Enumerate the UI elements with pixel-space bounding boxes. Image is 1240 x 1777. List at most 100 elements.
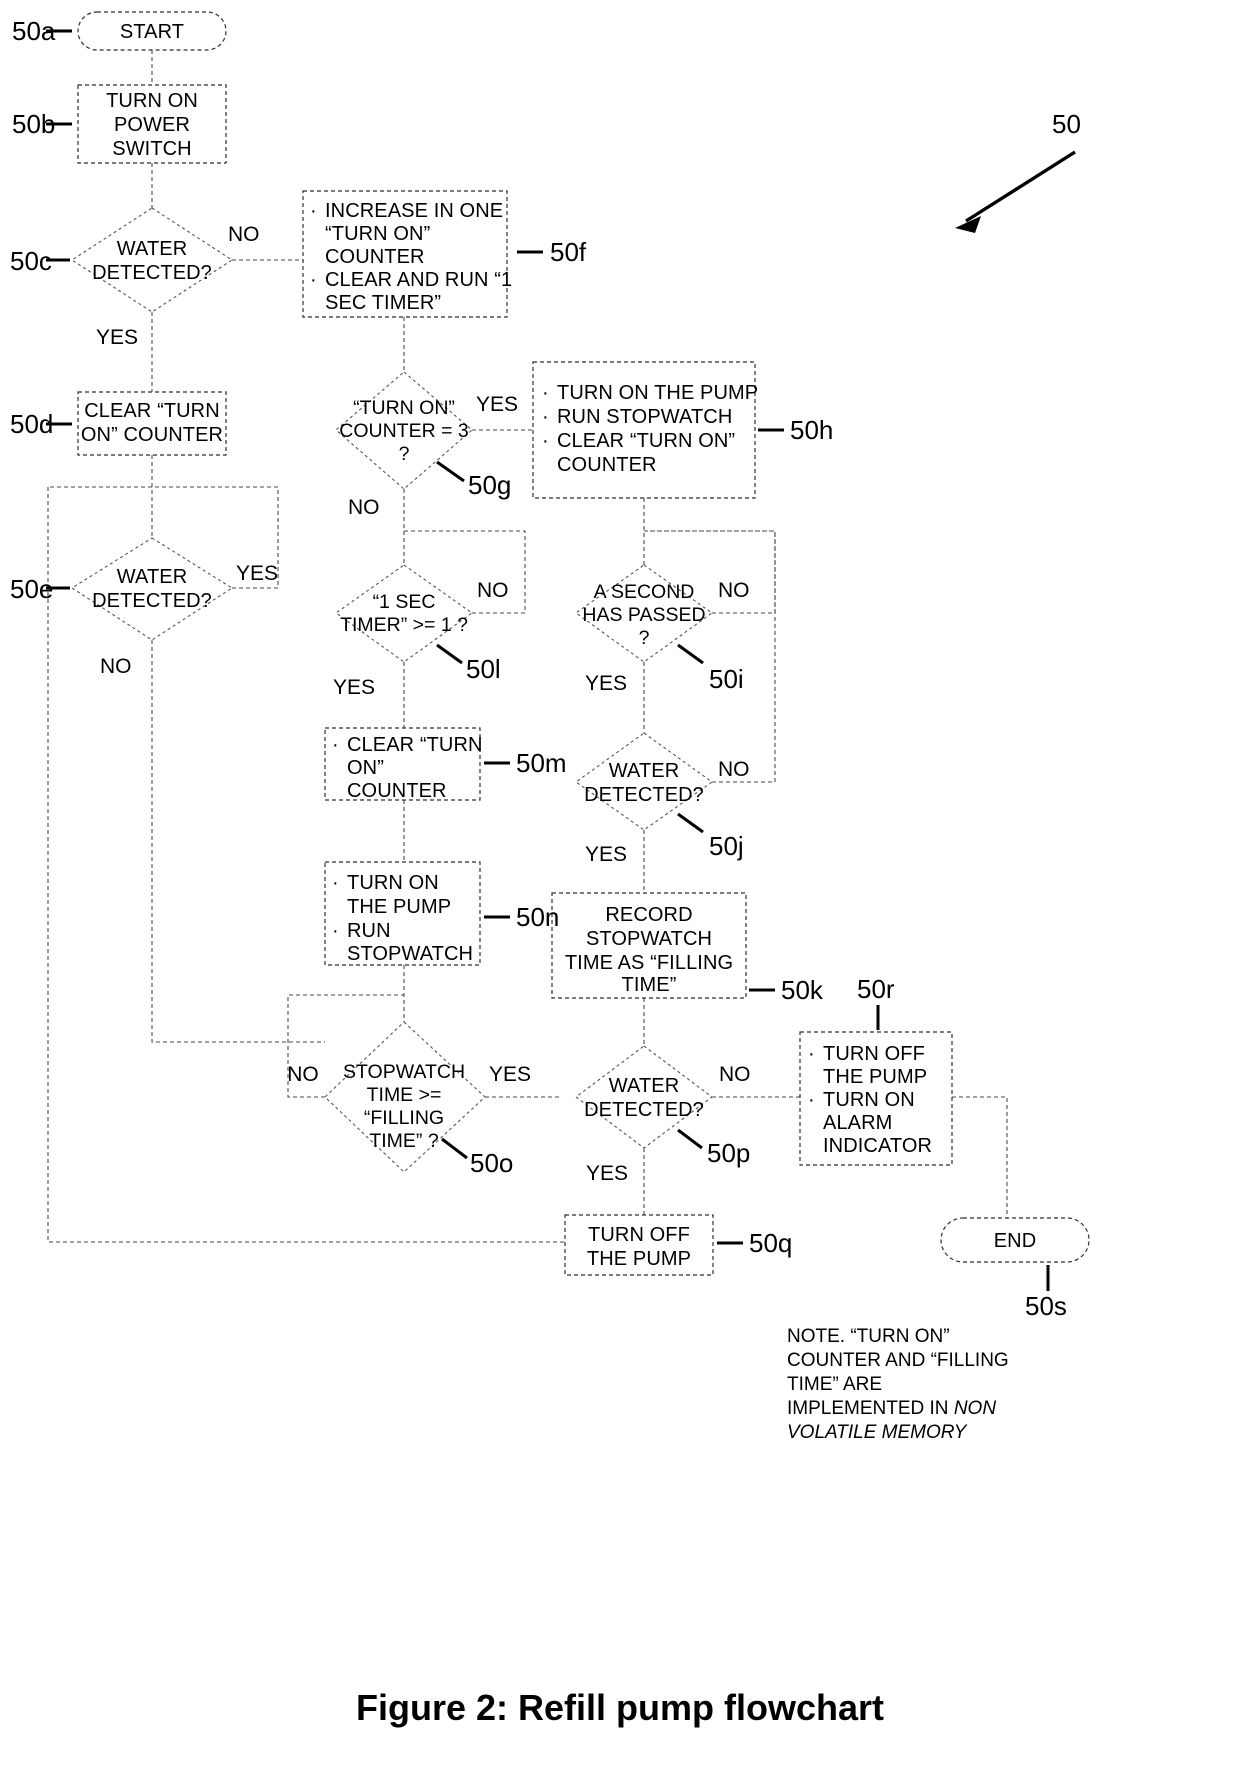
pump-on-2-b2-l1: RUN bbox=[347, 920, 391, 942]
stopwatch-compare-no-label: NO bbox=[287, 1063, 319, 1086]
stopwatch-compare-line-2: TIME >= bbox=[367, 1084, 442, 1106]
ref-50b-label: 50b bbox=[12, 109, 55, 139]
node-water-detected-2[interactable]: WATER DETECTED? YES NO bbox=[70, 537, 278, 678]
node-water-detected-1[interactable]: WATER DETECTED? NO YES bbox=[70, 207, 260, 349]
water-detected-1-line-1: WATER bbox=[117, 238, 188, 260]
second-passed-line-1: A SECOND bbox=[594, 581, 695, 603]
water-detected-2-no-label: NO bbox=[100, 655, 132, 678]
water-detected-2-line-2: DETECTED? bbox=[92, 590, 212, 612]
note-line-4-italic: NON bbox=[954, 1398, 997, 1419]
pump-on-2-bullet-2: · bbox=[332, 920, 339, 942]
water-detected-2-shape bbox=[70, 537, 234, 641]
water-detected-3-line-1: WATER bbox=[609, 760, 680, 782]
note-line-4-plain: IMPLEMENTED IN bbox=[787, 1398, 954, 1419]
node-start[interactable]: START bbox=[77, 11, 227, 51]
alarm-b1-l2: THE PUMP bbox=[823, 1066, 927, 1088]
conn-alarm-to-end bbox=[952, 1096, 1008, 1218]
ref-50p-label: 50p bbox=[707, 1138, 750, 1168]
note-line-2: COUNTER AND “FILLING bbox=[787, 1350, 1009, 1371]
alarm-b2-l2: ALARM bbox=[823, 1112, 892, 1134]
ref-50p: 50p bbox=[677, 1128, 750, 1168]
pump-on-1-b2-l1: RUN STOPWATCH bbox=[557, 406, 732, 428]
counter-equals-3-no-label: NO bbox=[348, 496, 380, 519]
water-detected-1-yes-label: YES bbox=[96, 326, 138, 349]
figure-root: START 50a TURN ON POWER SWITCH 50b WATER… bbox=[0, 0, 1240, 1777]
counter-equals-3-line-2: COUNTER = 3 bbox=[339, 420, 468, 442]
ref-50f-label: 50f bbox=[550, 237, 587, 267]
water-detected-1-shape bbox=[70, 207, 234, 313]
node-clear-counter-2[interactable]: · CLEAR “TURN ON” COUNTER bbox=[324, 727, 483, 802]
stopwatch-compare-line-4: TIME” ? bbox=[369, 1130, 438, 1152]
ref-50o-label: 50o bbox=[470, 1148, 513, 1178]
clear-counter-2-l2: ON” bbox=[347, 757, 384, 779]
timer-ge-1-line-2: TIMER” >= 1 ? bbox=[340, 614, 468, 636]
ref-50n: 50n bbox=[484, 902, 559, 932]
clear-counter-2-bullet: · bbox=[332, 734, 339, 756]
pump-on-1-b1-l1: TURN ON THE PUMP bbox=[557, 382, 758, 404]
pump-on-2-b1-l1: TURN ON bbox=[347, 872, 439, 894]
increase-counter-bullet-1: · bbox=[310, 200, 317, 222]
power-switch-line-3: SWITCH bbox=[112, 138, 191, 160]
note-line-4: IMPLEMENTED IN NON bbox=[787, 1398, 996, 1419]
ref-50g-label: 50g bbox=[468, 470, 511, 500]
stopwatch-compare-line-1: STOPWATCH bbox=[343, 1061, 465, 1083]
ref-50d: 50d bbox=[10, 409, 72, 439]
end-label: END bbox=[994, 1230, 1037, 1252]
ref-50m-label: 50m bbox=[516, 748, 567, 778]
increase-counter-b1-l1: INCREASE IN ONE bbox=[325, 200, 503, 222]
node-pump-on-1[interactable]: · TURN ON THE PUMP · RUN STOPWATCH · CLE… bbox=[532, 361, 758, 499]
node-clear-counter[interactable]: CLEAR “TURN ON” COUNTER bbox=[77, 391, 227, 456]
ref-50e-label: 50e bbox=[10, 574, 53, 604]
ref-50d-label: 50d bbox=[10, 409, 53, 439]
ref-50a-label: 50a bbox=[12, 16, 56, 46]
conn-water3-no-loop bbox=[644, 530, 776, 783]
clear-counter-line-1: CLEAR “TURN bbox=[84, 400, 220, 422]
alarm-b2-l3: INDICATOR bbox=[823, 1135, 932, 1157]
increase-counter-b2-l2: SEC TIMER” bbox=[325, 292, 441, 314]
node-increase-counter[interactable]: · INCREASE IN ONE “TURN ON” COUNTER · CL… bbox=[302, 190, 512, 318]
ref-50i-label: 50i bbox=[709, 664, 744, 694]
pump-on-1-b3-l1: CLEAR “TURN ON” bbox=[557, 430, 735, 452]
water-detected-3-no-label: NO bbox=[718, 758, 750, 781]
timer-ge-1-yes-label: YES bbox=[333, 676, 375, 699]
ref-50k-label: 50k bbox=[781, 975, 824, 1005]
ref-50a: 50a bbox=[12, 16, 72, 46]
node-alarm[interactable]: · TURN OFF THE PUMP · TURN ON ALARM INDI… bbox=[799, 1031, 953, 1166]
second-passed-line-3: ? bbox=[639, 627, 650, 649]
ref-50l-label: 50l bbox=[466, 654, 501, 684]
ref-50j-label: 50j bbox=[709, 831, 744, 861]
pump-on-1-bullet-2: · bbox=[542, 406, 549, 428]
clear-counter-2-l3: COUNTER bbox=[347, 780, 447, 802]
ref-50r: 50r bbox=[857, 974, 895, 1030]
start-label: START bbox=[120, 21, 184, 43]
record-line-3: TIME AS “FILLING bbox=[565, 952, 733, 974]
ref-50h-label: 50h bbox=[790, 415, 833, 445]
note-block: NOTE. “TURN ON” COUNTER AND “FILLING TIM… bbox=[787, 1326, 1009, 1443]
ref-50q-label: 50q bbox=[749, 1228, 792, 1258]
second-passed-yes-label: YES bbox=[585, 672, 627, 695]
ref-50m: 50m bbox=[484, 748, 567, 778]
ref-50e: 50e bbox=[10, 574, 70, 604]
second-passed-no-label: NO bbox=[718, 579, 750, 602]
ref-50j: 50j bbox=[677, 812, 744, 861]
turn-off-pump-line-2: THE PUMP bbox=[587, 1248, 691, 1270]
note-line-5: VOLATILE MEMORY bbox=[787, 1422, 968, 1443]
clear-counter-2-l1: CLEAR “TURN bbox=[347, 734, 483, 756]
pump-on-2-b2-l2: STOPWATCH bbox=[347, 943, 473, 965]
alarm-bullet-2: · bbox=[808, 1089, 815, 1111]
record-line-1: RECORD bbox=[605, 904, 692, 926]
ref-50b: 50b bbox=[12, 109, 72, 139]
node-record-filling-time[interactable]: RECORD STOPWATCH TIME AS “FILLING TIME” bbox=[551, 892, 747, 999]
node-power-switch[interactable]: TURN ON POWER SWITCH bbox=[77, 84, 227, 164]
ref-50q: 50q bbox=[717, 1228, 792, 1258]
stopwatch-compare-yes-label: YES bbox=[489, 1063, 531, 1086]
ref-50h: 50h bbox=[758, 415, 833, 445]
node-pump-on-2[interactable]: · TURN ON THE PUMP · RUN STOPWATCH bbox=[324, 861, 481, 966]
node-turn-off-pump[interactable]: TURN OFF THE PUMP bbox=[564, 1214, 714, 1276]
increase-counter-b1-l2: “TURN ON” bbox=[325, 223, 430, 245]
ref-50o: 50o bbox=[441, 1137, 513, 1178]
turn-off-pump-line-1: TURN OFF bbox=[588, 1224, 690, 1246]
ref-50n-label: 50n bbox=[516, 902, 559, 932]
ref-50r-label: 50r bbox=[857, 974, 895, 1004]
node-end[interactable]: END bbox=[940, 1217, 1090, 1263]
